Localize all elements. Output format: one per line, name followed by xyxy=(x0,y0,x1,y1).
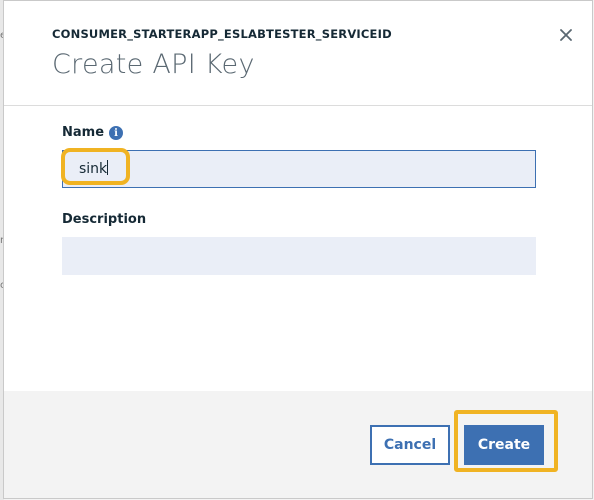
modal-header: CONSUMER_STARTERAPP_ESLABTESTER_SERVICEI… xyxy=(4,1,592,106)
modal-overline: CONSUMER_STARTERAPP_ESLABTESTER_SERVICEI… xyxy=(52,27,392,41)
name-label: Name xyxy=(62,125,105,140)
modal-body: Name i sink Description xyxy=(4,106,592,391)
description-label: Description xyxy=(62,212,147,227)
description-input[interactable] xyxy=(62,237,536,275)
cancel-button[interactable]: Cancel xyxy=(370,425,450,465)
modal-footer: Cancel Create xyxy=(4,391,592,498)
create-api-key-modal: CONSUMER_STARTERAPP_ESLABTESTER_SERVICEI… xyxy=(3,0,593,499)
create-button[interactable]: Create xyxy=(464,425,544,465)
name-input-value: sink xyxy=(79,160,109,177)
info-icon[interactable]: i xyxy=(109,126,123,140)
close-icon xyxy=(560,29,572,41)
name-input[interactable]: sink xyxy=(62,150,536,188)
close-button[interactable] xyxy=(554,23,578,47)
modal-title: Create API Key xyxy=(52,49,255,80)
